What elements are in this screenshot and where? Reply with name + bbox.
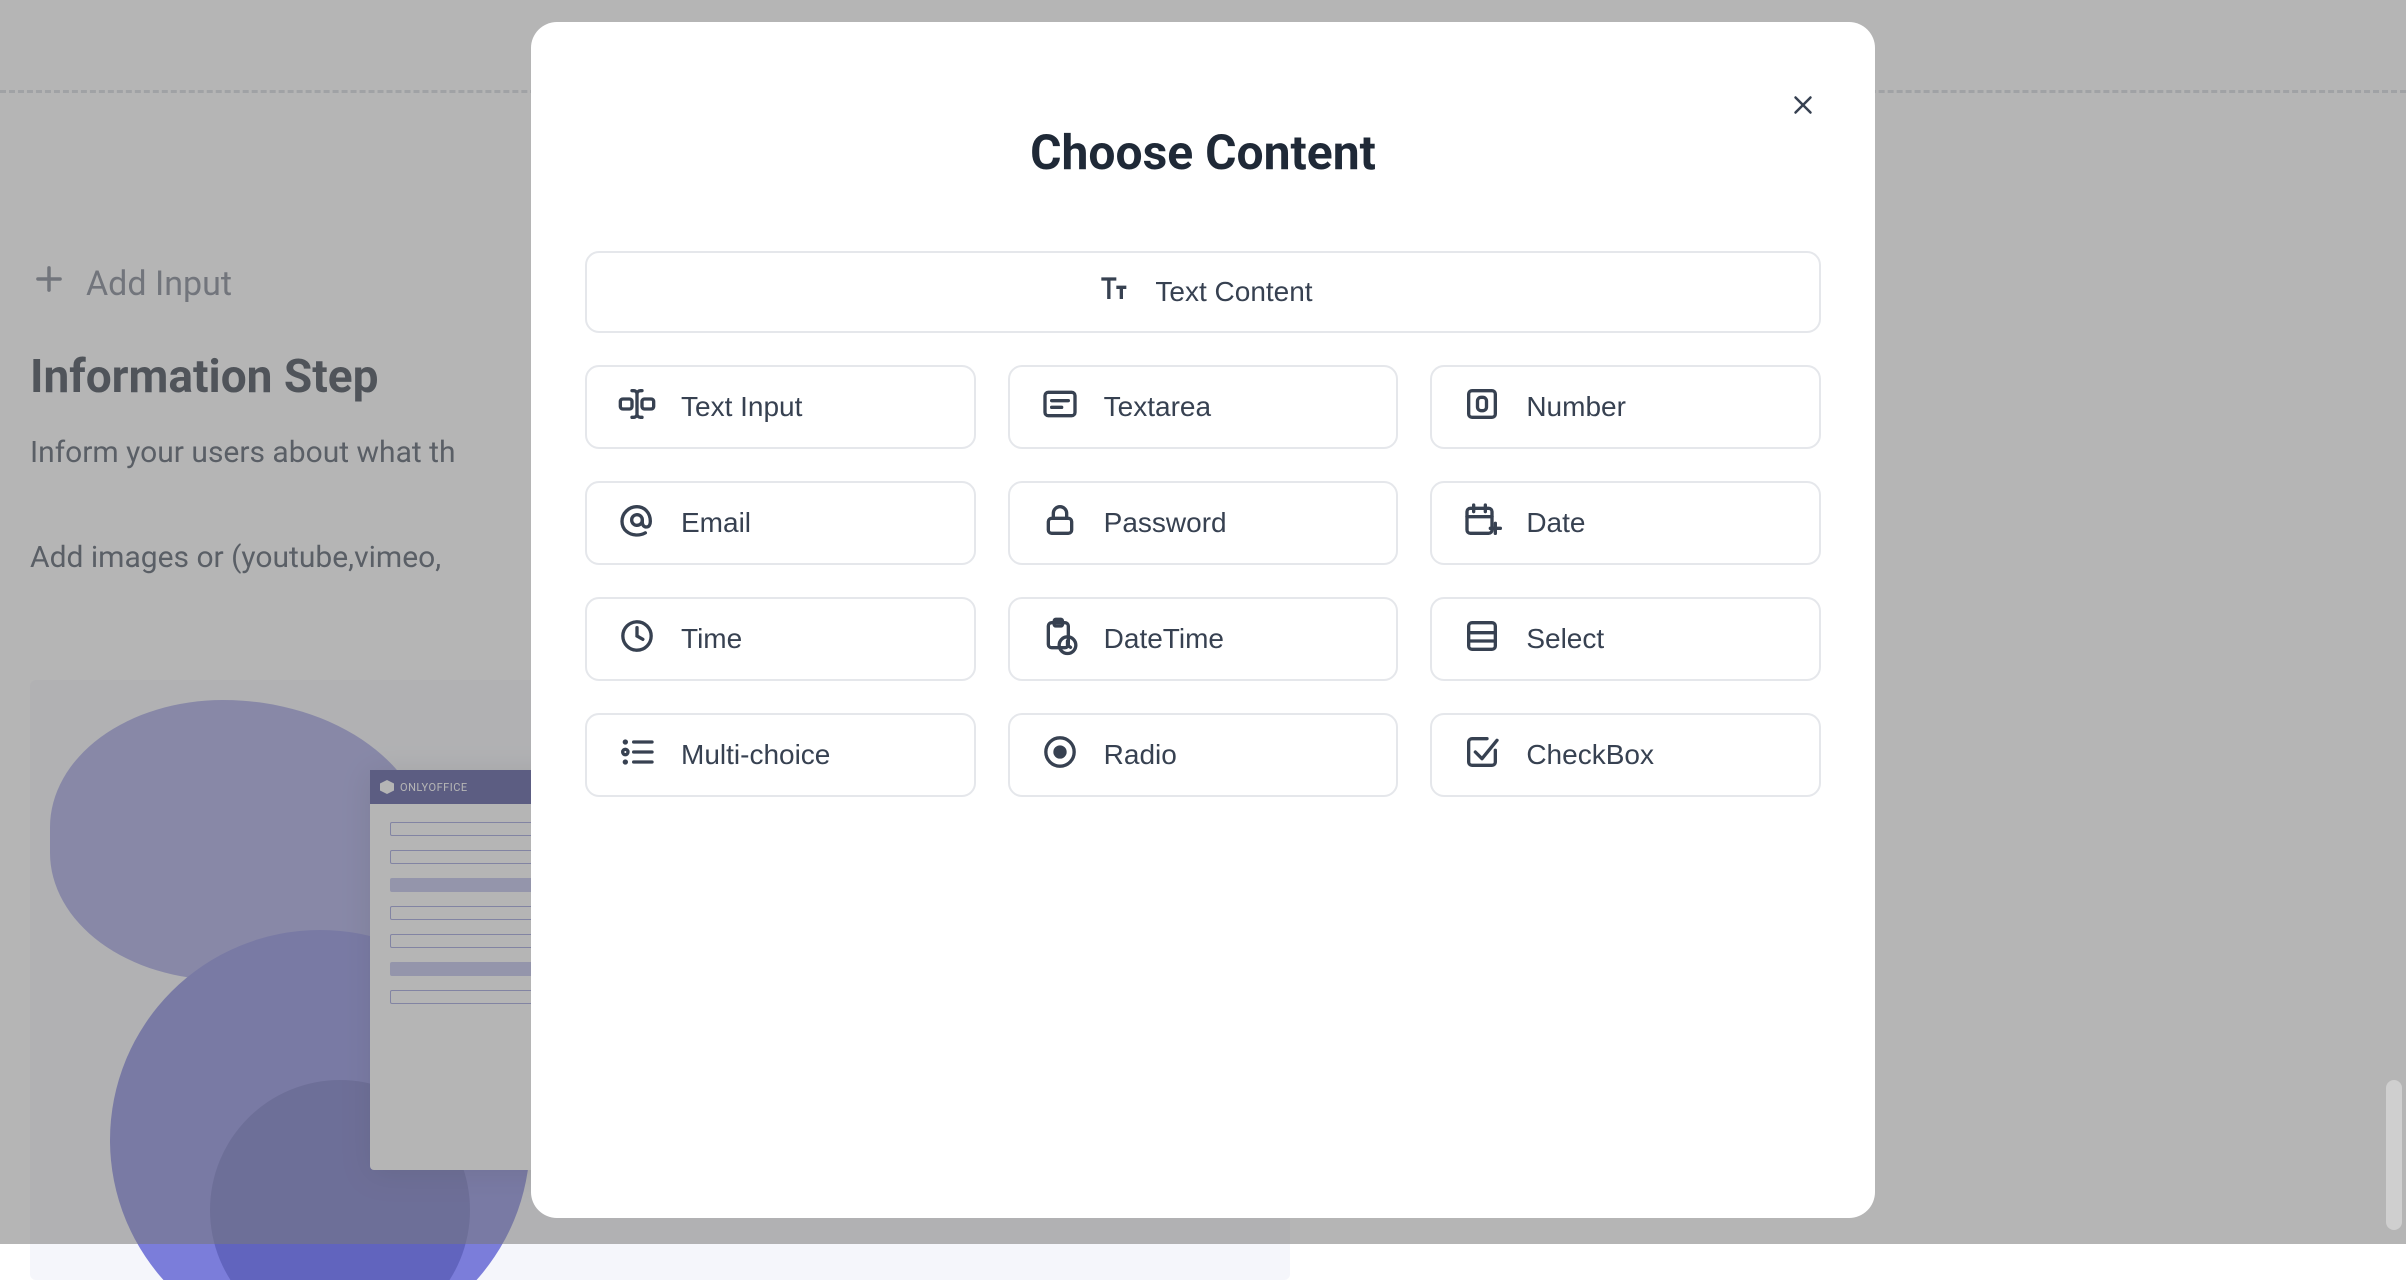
options-grid: Text Input Textarea Number Email <box>585 365 1821 797</box>
textarea-icon <box>1040 384 1080 431</box>
scrollbar[interactable] <box>2386 1080 2402 1230</box>
option-label: Radio <box>1104 739 1177 771</box>
option-label: DateTime <box>1104 623 1224 655</box>
option-label: Time <box>681 623 742 655</box>
text-cursor-icon <box>617 384 657 431</box>
number-icon <box>1462 384 1502 431</box>
calendar-add-icon <box>1462 500 1502 547</box>
close-icon <box>1788 90 1818 123</box>
close-button[interactable] <box>1779 82 1827 130</box>
modal-overlay[interactable]: Choose Content Text Content Text Input T… <box>0 0 2406 1244</box>
at-icon <box>617 500 657 547</box>
option-label: Password <box>1104 507 1227 539</box>
clipboard-clock-icon <box>1040 616 1080 663</box>
option-radio[interactable]: Radio <box>1008 713 1399 797</box>
option-label: Textarea <box>1104 391 1211 423</box>
option-text-input[interactable]: Text Input <box>585 365 976 449</box>
option-password[interactable]: Password <box>1008 481 1399 565</box>
lock-icon <box>1040 500 1080 547</box>
radio-icon <box>1040 732 1080 779</box>
option-textarea[interactable]: Textarea <box>1008 365 1399 449</box>
clock-icon <box>617 616 657 663</box>
option-label: Text Content <box>1155 276 1312 308</box>
select-list-icon <box>1462 616 1502 663</box>
option-multi-choice[interactable]: Multi-choice <box>585 713 976 797</box>
option-checkbox[interactable]: CheckBox <box>1430 713 1821 797</box>
option-label: Text Input <box>681 391 802 423</box>
option-label: Email <box>681 507 751 539</box>
option-select[interactable]: Select <box>1430 597 1821 681</box>
option-datetime[interactable]: DateTime <box>1008 597 1399 681</box>
option-email[interactable]: Email <box>585 481 976 565</box>
choose-content-modal: Choose Content Text Content Text Input T… <box>531 22 1875 1218</box>
option-label: Date <box>1526 507 1585 539</box>
option-label: Select <box>1526 623 1604 655</box>
option-text-content[interactable]: Text Content <box>585 251 1821 333</box>
text-format-icon <box>1093 269 1133 316</box>
option-label: CheckBox <box>1526 739 1654 771</box>
option-label: Multi-choice <box>681 739 830 771</box>
option-time[interactable]: Time <box>585 597 976 681</box>
checkbox-icon <box>1462 732 1502 779</box>
modal-title: Choose Content <box>585 124 1821 181</box>
option-date[interactable]: Date <box>1430 481 1821 565</box>
multi-choice-icon <box>617 732 657 779</box>
option-number[interactable]: Number <box>1430 365 1821 449</box>
option-label: Number <box>1526 391 1626 423</box>
